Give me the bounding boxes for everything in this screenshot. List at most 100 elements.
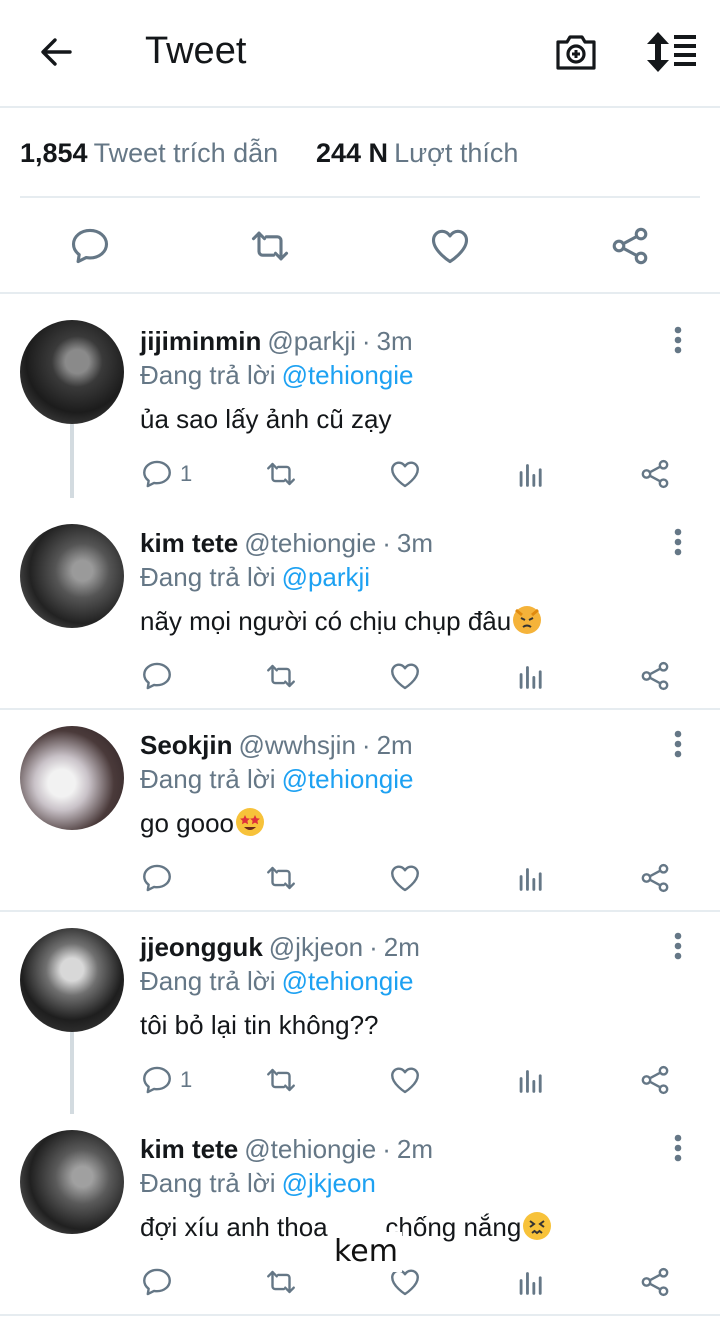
replying-label: Đang trả lời — [140, 562, 276, 592]
share-button[interactable] — [638, 454, 672, 494]
analytics-button[interactable] — [514, 1262, 548, 1302]
quote-tweets-label: Tweet trích dẫn — [93, 138, 279, 168]
reply-tweet[interactable]: jjeongguk @jkjeon · 2m Đang trả lời @tehiong… — [0, 912, 720, 1114]
reply-count: 1 — [180, 461, 193, 486]
reply-button[interactable]: 1 — [140, 1060, 192, 1100]
reply-button[interactable]: 1 — [140, 454, 192, 494]
more-vertical-icon[interactable] — [664, 322, 692, 358]
replying-label: Đang trả lời — [140, 764, 276, 794]
replying-to: Đang trả lời @tehiongie — [140, 966, 414, 997]
tweet-text: nãy mọi người có chịu chụp đâu — [140, 606, 542, 637]
share-icon — [638, 457, 672, 491]
retweet-button[interactable] — [264, 1060, 298, 1100]
share-icon — [638, 1265, 672, 1299]
display-name[interactable]: kim tete — [140, 1134, 238, 1164]
mention-link[interactable]: @parkji — [282, 562, 371, 592]
share-icon — [638, 659, 672, 693]
avatar[interactable] — [20, 524, 124, 628]
share-button[interactable] — [638, 1262, 672, 1302]
reply-button[interactable] — [140, 656, 174, 696]
more-vertical-icon[interactable] — [664, 928, 692, 964]
avatar[interactable] — [20, 320, 124, 424]
reply-tweet[interactable]: Seokjin @wwhsjin · 2m Đang trả lời @tehiongi… — [0, 710, 720, 912]
display-name[interactable]: jijiminmin — [140, 326, 261, 356]
retweet-icon — [264, 659, 298, 693]
reply-button[interactable] — [140, 858, 174, 898]
timestamp-separator: · — [361, 326, 371, 356]
overlay-sticker-text: kem — [330, 1232, 402, 1272]
analytics-button[interactable] — [514, 454, 548, 494]
display-name[interactable]: jjeongguk — [140, 932, 263, 962]
retweet-button[interactable] — [264, 858, 298, 898]
avatar[interactable] — [20, 928, 124, 1032]
more-vertical-icon[interactable] — [664, 1130, 692, 1166]
like-icon — [388, 1063, 422, 1097]
timestamp-separator: · — [361, 730, 371, 760]
retweet-button[interactable] — [264, 656, 298, 696]
more-vertical-icon[interactable] — [664, 524, 692, 560]
analytics-icon — [514, 861, 548, 895]
analytics-button[interactable] — [514, 656, 548, 696]
quote-tweets-stat[interactable]: 1,854 Tweet trích dẫn — [20, 138, 278, 169]
analytics-icon — [514, 659, 548, 693]
confounded-face-emoji-icon — [523, 1212, 552, 1240]
retweet-icon — [264, 1265, 298, 1299]
handle: @parkji — [267, 326, 356, 356]
share-button[interactable] — [638, 858, 672, 898]
analytics-button[interactable] — [514, 1060, 548, 1100]
like-button[interactable] — [388, 656, 422, 696]
like-button[interactable] — [388, 858, 422, 898]
mention-link[interactable]: @tehiongie — [282, 764, 414, 794]
analytics-icon — [514, 1063, 548, 1097]
replying-label: Đang trả lời — [140, 360, 276, 390]
retweet-icon — [264, 457, 298, 491]
tweet-text: go gooo — [140, 808, 264, 839]
handle: @jkjeon — [268, 932, 364, 962]
share-icon[interactable] — [608, 224, 652, 268]
reply-action-bar — [140, 656, 680, 696]
reply-icon — [140, 861, 174, 895]
sort-icon[interactable] — [646, 30, 698, 74]
tweet-header: kim tete @tehiongie · 2m — [140, 1134, 433, 1165]
reply-icon — [140, 457, 174, 491]
more-vertical-icon[interactable] — [664, 726, 692, 762]
replying-label: Đang trả lời — [140, 966, 276, 996]
back-arrow-icon[interactable] — [36, 32, 76, 72]
timestamp-separator: · — [369, 932, 378, 962]
avatar[interactable] — [20, 1130, 124, 1234]
retweet-icon[interactable] — [248, 224, 292, 268]
reply-tweet[interactable]: kim tete @tehiongie · 3m Đang trả lời @parkj… — [0, 498, 720, 710]
replying-to: Đang trả lời @jkjeon — [140, 1168, 376, 1199]
like-button[interactable] — [388, 1060, 422, 1100]
avatar[interactable] — [20, 726, 124, 830]
retweet-button[interactable] — [264, 1262, 298, 1302]
mention-link[interactable]: @tehiongie — [282, 360, 414, 390]
tweet-header: jijiminmin @parkji · 3m — [140, 326, 413, 357]
mention-link[interactable]: @jkjeon — [282, 1168, 376, 1198]
like-icon — [388, 457, 422, 491]
retweet-icon — [264, 861, 298, 895]
reply-tweet[interactable]: jijiminmin @parkji · 3m Đang trả lời @tehion… — [0, 296, 720, 498]
reply-tweet[interactable]: kim tete @tehiongie · 2m Đang trả lời @jkjeo… — [0, 1114, 720, 1316]
share-button[interactable] — [638, 656, 672, 696]
reply-button[interactable] — [140, 1262, 174, 1302]
like-icon — [388, 861, 422, 895]
tweet-text: ủa sao lấy ảnh cũ zạy — [140, 404, 392, 434]
reply-icon[interactable] — [68, 224, 112, 268]
analytics-button[interactable] — [514, 858, 548, 898]
like-button[interactable] — [388, 454, 422, 494]
display-name[interactable]: Seokjin — [140, 730, 232, 760]
display-name[interactable]: kim tete — [140, 528, 238, 558]
camera-plus-icon[interactable] — [554, 30, 598, 74]
timestamp: 2m — [396, 1134, 433, 1164]
retweet-button[interactable] — [264, 454, 298, 494]
reply-action-bar — [140, 858, 680, 898]
mention-link[interactable]: @tehiongie — [282, 966, 414, 996]
top-app-bar: Tweet — [0, 0, 720, 108]
like-icon[interactable] — [428, 224, 472, 268]
likes-stat[interactable]: 244 N Lượt thích — [316, 138, 518, 169]
timestamp: 2m — [376, 730, 413, 760]
star-struck-emoji-icon — [235, 808, 264, 836]
share-button[interactable] — [638, 1060, 672, 1100]
analytics-icon — [514, 457, 548, 491]
